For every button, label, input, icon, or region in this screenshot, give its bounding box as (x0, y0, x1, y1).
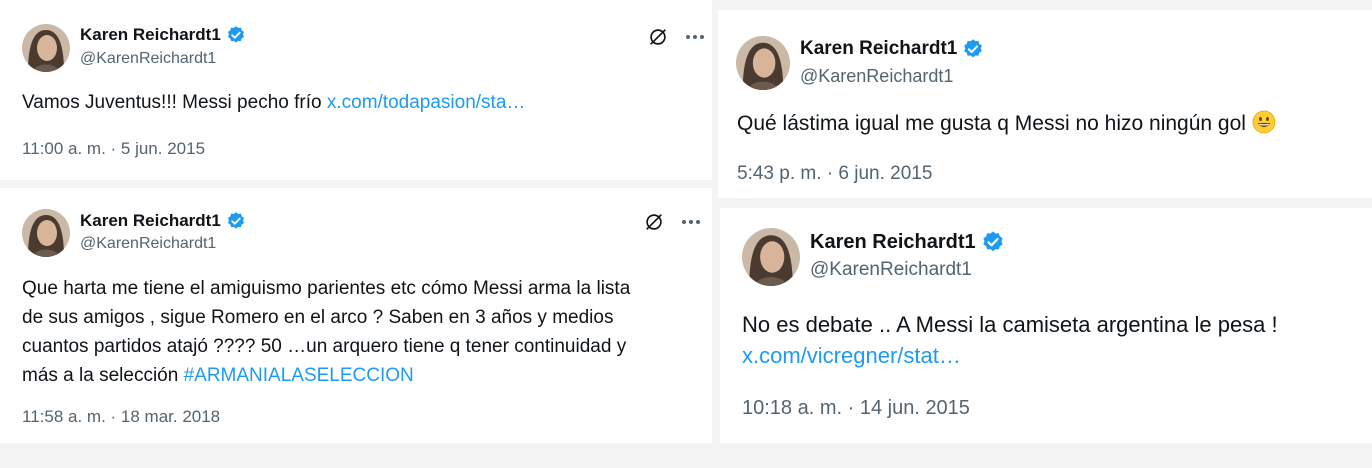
more-icon[interactable] (681, 219, 701, 225)
tweet-card[interactable]: Karen Reichardt1 @KarenReichardt1 Qué lá… (718, 10, 1372, 198)
author-name[interactable]: Karen Reichardt1 (810, 231, 976, 254)
hashtag-link[interactable]: #ARMANIALASELECCION (184, 365, 414, 386)
author-name[interactable]: Karen Reichardt1 (800, 38, 957, 60)
grinning-emoji (1252, 110, 1276, 143)
tweet-text-line: más a la selección (22, 365, 184, 386)
tweet-text-line: cuantos partidos atajó ???? 50 …un arque… (22, 336, 627, 357)
tweet-text: Vamos Juventus!!! Messi pecho frío x.com… (22, 90, 525, 116)
author-handle[interactable]: @KarenReichardt1 (810, 259, 972, 281)
tweet-card[interactable]: Karen Reichardt1 @KarenReichardt1 No es … (720, 208, 1372, 443)
tweet-link[interactable]: x.com/todapasion/sta… (327, 92, 526, 113)
more-icon[interactable] (685, 34, 705, 40)
verified-badge-icon (226, 25, 246, 45)
author-handle[interactable]: @KarenReichardt1 (800, 66, 953, 87)
tweet-timestamp[interactable]: 5:43 p. m. · 6 jun. 2015 (737, 163, 932, 185)
grok-icon[interactable] (647, 26, 669, 48)
grok-icon[interactable] (643, 211, 665, 233)
author-name[interactable]: Karen Reichardt1 (80, 211, 221, 231)
tweet-text: Que harta me tiene el amiguismo pariente… (22, 274, 630, 390)
verified-badge-icon (226, 211, 246, 231)
tweet-text: Qué lástima igual me gusta q Messi no hi… (737, 110, 1276, 143)
tweet-timestamp[interactable]: 10:18 a. m. · 14 jun. 2015 (742, 397, 970, 420)
tweet-card[interactable]: Karen Reichardt1 @KarenReichardt1 Vamos … (0, 0, 712, 180)
author-handle[interactable]: @KarenReichardt1 (80, 50, 216, 68)
author-handle[interactable]: @KarenReichardt1 (80, 235, 216, 253)
tweet-text-line: de sus amigos , sigue Romero en el arco … (22, 307, 614, 328)
avatar[interactable] (742, 228, 800, 286)
verified-badge-icon (981, 230, 1005, 254)
tweet-text: No es debate .. A Messi la camiseta arge… (742, 309, 1278, 371)
tweet-card[interactable]: Karen Reichardt1 @KarenReichardt1 Que ha… (0, 188, 712, 443)
avatar[interactable] (736, 36, 790, 90)
tweet-text-line: Que harta me tiene el amiguismo pariente… (22, 278, 631, 299)
tweet-text-body: No es debate .. A Messi la camiseta arge… (742, 312, 1278, 337)
tweet-timestamp[interactable]: 11:00 a. m. · 5 jun. 2015 (22, 139, 205, 159)
tweet-text-body: Vamos Juventus!!! Messi pecho frío (22, 92, 327, 113)
avatar[interactable] (22, 24, 70, 72)
tweet-link[interactable]: x.com/vicregner/stat… (742, 340, 1278, 371)
tweet-timestamp[interactable]: 11:58 a. m. · 18 mar. 2018 (22, 407, 220, 427)
author-name[interactable]: Karen Reichardt1 (80, 25, 221, 45)
avatar[interactable] (22, 209, 70, 257)
tweet-text-body: Qué lástima igual me gusta q Messi no hi… (737, 112, 1252, 135)
verified-badge-icon (962, 38, 984, 60)
